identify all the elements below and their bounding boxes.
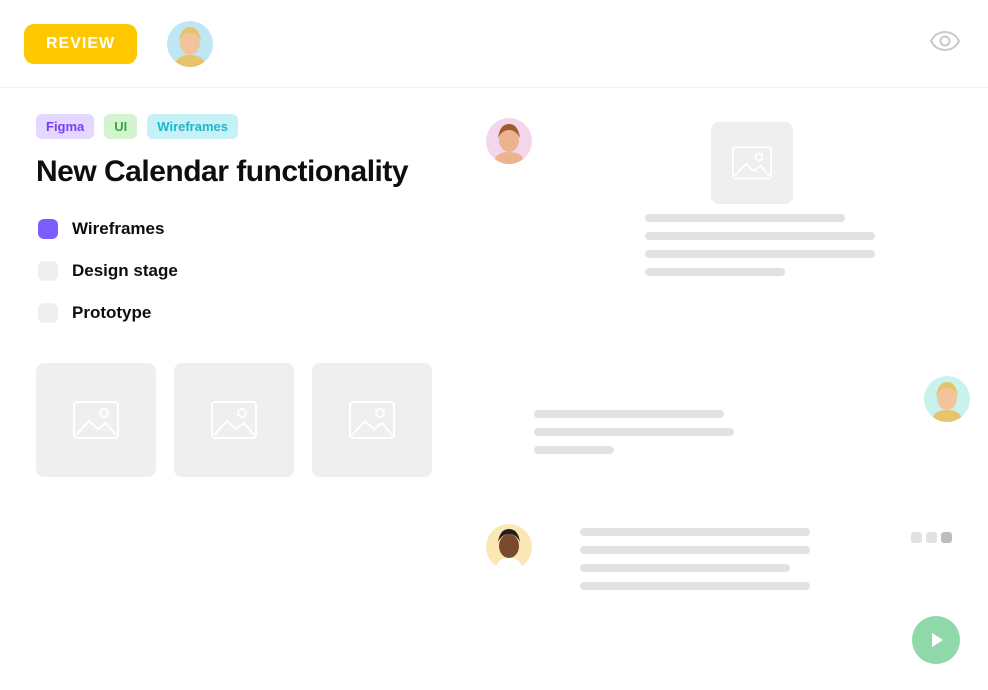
comment-text bbox=[580, 524, 960, 590]
pager[interactable] bbox=[911, 532, 952, 543]
pager-dot[interactable] bbox=[911, 532, 922, 543]
checklist-item-label: Wireframes bbox=[72, 219, 164, 239]
image-placeholder-icon bbox=[211, 401, 257, 439]
page-title: New Calendar functionality bbox=[36, 155, 446, 189]
comment bbox=[486, 524, 960, 590]
image-placeholder-icon bbox=[73, 401, 119, 439]
comment-text bbox=[645, 214, 875, 276]
text-placeholder bbox=[580, 582, 810, 590]
pager-dot[interactable] bbox=[926, 532, 937, 543]
comment-avatar[interactable] bbox=[486, 118, 532, 164]
text-placeholder bbox=[645, 268, 785, 276]
checkbox-icon[interactable] bbox=[38, 219, 58, 239]
visibility-icon[interactable] bbox=[930, 31, 960, 56]
pager-dot[interactable] bbox=[941, 532, 952, 543]
attachments bbox=[36, 363, 446, 477]
checklist-item[interactable]: Prototype bbox=[38, 303, 446, 323]
attachment-thumb[interactable] bbox=[312, 363, 432, 477]
attachment-thumb[interactable] bbox=[174, 363, 294, 477]
text-placeholder bbox=[580, 546, 810, 554]
text-placeholder bbox=[534, 446, 614, 454]
checklist: Wireframes Design stage Prototype bbox=[38, 219, 446, 323]
comment-avatar[interactable] bbox=[924, 376, 970, 422]
text-placeholder bbox=[580, 564, 790, 572]
comment bbox=[486, 118, 960, 276]
header: REVIEW bbox=[0, 0, 988, 88]
tag-wireframes[interactable]: Wireframes bbox=[147, 114, 238, 139]
checklist-item[interactable]: Wireframes bbox=[38, 219, 446, 239]
avatar-icon bbox=[486, 524, 532, 570]
checklist-item[interactable]: Design stage bbox=[38, 261, 446, 281]
checkbox-icon[interactable] bbox=[38, 303, 58, 323]
tags: Figma UI Wireframes bbox=[36, 114, 446, 139]
attachment-thumb[interactable] bbox=[36, 363, 156, 477]
comment bbox=[486, 406, 960, 454]
viewer-avatar[interactable] bbox=[167, 21, 213, 67]
avatar-icon bbox=[486, 118, 532, 164]
checklist-item-label: Design stage bbox=[72, 261, 178, 281]
text-placeholder bbox=[534, 428, 734, 436]
checklist-item-label: Prototype bbox=[72, 303, 151, 323]
comments-panel bbox=[486, 114, 960, 590]
play-fab[interactable] bbox=[912, 616, 960, 664]
tag-figma[interactable]: Figma bbox=[36, 114, 94, 139]
text-placeholder bbox=[580, 528, 810, 536]
main: Figma UI Wireframes New Calendar functio… bbox=[0, 88, 988, 590]
comment-avatar[interactable] bbox=[486, 524, 532, 570]
tag-ui[interactable]: UI bbox=[104, 114, 137, 139]
text-placeholder bbox=[534, 410, 724, 418]
text-placeholder bbox=[645, 232, 875, 240]
text-placeholder bbox=[645, 214, 845, 222]
play-icon bbox=[932, 633, 943, 647]
comment-text bbox=[534, 406, 960, 454]
text-placeholder bbox=[645, 250, 875, 258]
avatar-icon bbox=[167, 21, 213, 67]
image-placeholder-icon bbox=[711, 122, 793, 204]
checkbox-icon[interactable] bbox=[38, 261, 58, 281]
left-panel: Figma UI Wireframes New Calendar functio… bbox=[36, 114, 446, 590]
image-placeholder-icon bbox=[349, 401, 395, 439]
header-left: REVIEW bbox=[24, 21, 213, 67]
review-button[interactable]: REVIEW bbox=[24, 24, 137, 64]
avatar-icon bbox=[924, 376, 970, 422]
